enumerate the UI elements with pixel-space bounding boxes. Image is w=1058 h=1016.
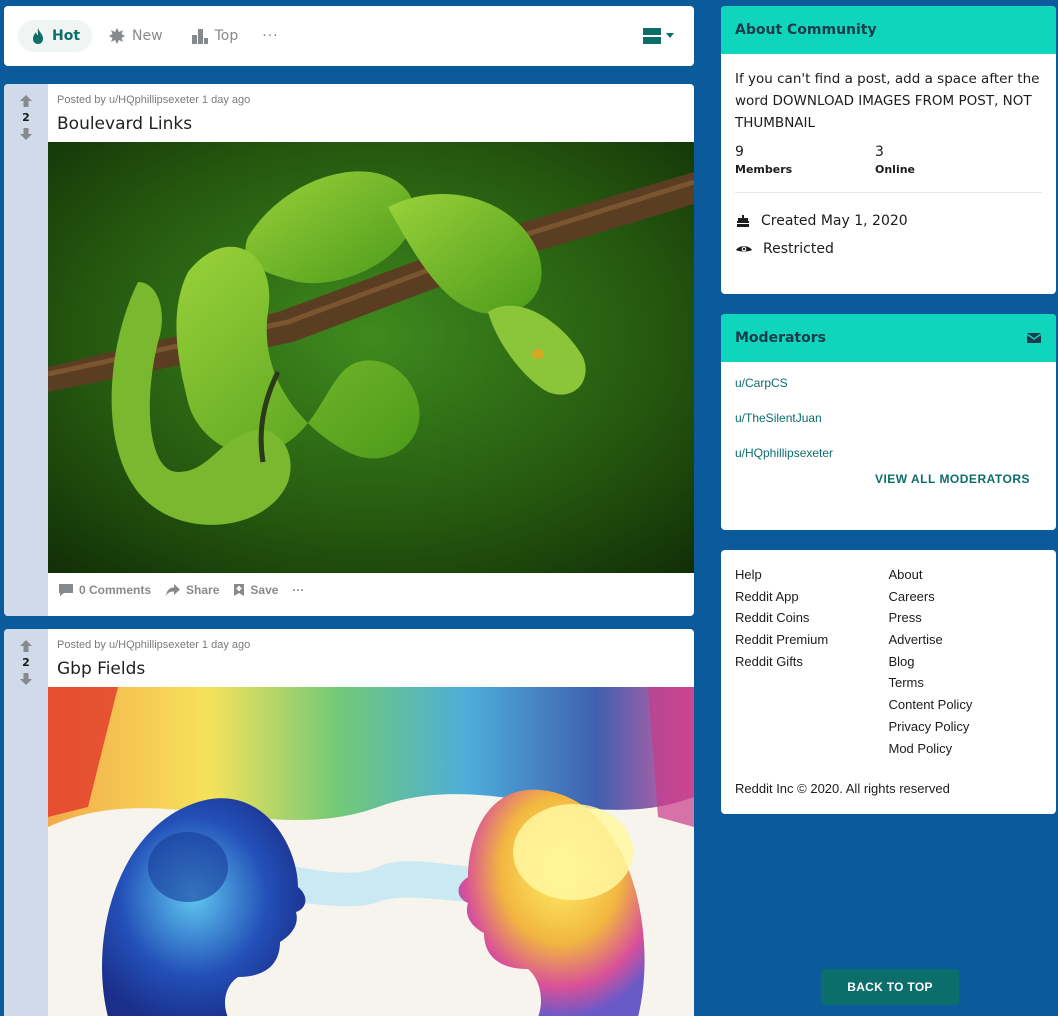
- upvote-icon[interactable]: [19, 639, 33, 653]
- footer-column-2: About Careers Press Advertise Blog Terms…: [889, 564, 1043, 759]
- downvote-icon[interactable]: [19, 127, 33, 141]
- about-community-title: About Community: [735, 22, 877, 38]
- moderator-link[interactable]: u/CarpCS: [735, 372, 1042, 407]
- share-button[interactable]: Share: [165, 583, 219, 597]
- upvote-icon[interactable]: [19, 94, 33, 108]
- footer-links-card: Help Reddit App Reddit Coins Reddit Prem…: [721, 550, 1056, 814]
- footer-link-help[interactable]: Help: [735, 564, 889, 586]
- about-community-card: About Community If you can't find a post…: [721, 6, 1056, 294]
- vote-count: 2: [22, 656, 30, 669]
- sort-bar: Hot New Top ···: [4, 6, 694, 66]
- sort-top-label: Top: [214, 28, 239, 44]
- sort-top-button[interactable]: Top: [179, 20, 251, 52]
- card-view-icon: [643, 28, 661, 44]
- community-description: If you can't find a post, add a space af…: [735, 71, 1040, 131]
- vote-column: 2: [4, 84, 48, 616]
- members-stat: 9 Members: [735, 144, 875, 176]
- members-label: Members: [735, 163, 793, 176]
- moderator-list: u/CarpCS u/TheSilentJuan u/HQphillipsexe…: [721, 362, 1056, 477]
- post-card[interactable]: 2 Posted by u/HQphillipsexeter 1 day ago…: [4, 84, 694, 616]
- post-title[interactable]: Boulevard Links: [48, 106, 694, 142]
- footer-link-terms[interactable]: Terms: [889, 672, 1043, 694]
- restricted-row: Restricted: [721, 235, 1056, 263]
- podium-icon: [191, 29, 208, 44]
- vote-column: 2: [4, 629, 48, 1016]
- footer-link-content-policy[interactable]: Content Policy: [889, 694, 1043, 716]
- footer-link-reddit-gifts[interactable]: Reddit Gifts: [735, 651, 889, 673]
- comments-button[interactable]: 0 Comments: [58, 583, 151, 597]
- view-toggle-button[interactable]: [642, 27, 674, 45]
- footer-link-privacy-policy[interactable]: Privacy Policy: [889, 716, 1043, 738]
- members-count: 9: [735, 144, 744, 160]
- online-label: Online: [875, 163, 916, 176]
- save-label: Save: [250, 583, 279, 597]
- comment-icon: [59, 584, 73, 596]
- created-row: Created May 1, 2020: [721, 207, 1056, 235]
- burst-icon: [109, 28, 126, 44]
- restricted-label: Restricted: [763, 241, 834, 257]
- sort-new-label: New: [132, 28, 163, 44]
- post-meta[interactable]: Posted by u/HQphillipsexeter 1 day ago: [48, 629, 694, 651]
- about-community-header: About Community: [721, 6, 1056, 54]
- post-card[interactable]: 2 Posted by u/HQphillipsexeter 1 day ago…: [4, 629, 694, 1016]
- footer-links: Help Reddit App Reddit Coins Reddit Prem…: [721, 550, 1056, 759]
- mail-icon[interactable]: [1026, 332, 1042, 344]
- post-title[interactable]: Gbp Fields: [48, 651, 694, 687]
- post-meta[interactable]: Posted by u/HQphillipsexeter 1 day ago: [48, 84, 694, 106]
- sort-new-button[interactable]: New: [96, 20, 175, 52]
- cake-icon: [737, 215, 749, 227]
- footer-link-blog[interactable]: Blog: [889, 651, 1043, 673]
- comments-label: 0 Comments: [79, 583, 152, 597]
- moderator-link[interactable]: u/TheSilentJuan: [735, 407, 1042, 442]
- downvote-icon[interactable]: [19, 672, 33, 686]
- eye-icon: [736, 246, 752, 252]
- back-to-top-button[interactable]: BACK TO TOP: [821, 969, 959, 1005]
- post-actions: 0 Comments Share Save ···: [48, 573, 694, 607]
- share-label: Share: [186, 583, 220, 597]
- post-more-button[interactable]: ···: [292, 583, 304, 597]
- moderators-header: Moderators: [721, 314, 1056, 362]
- online-count: 3: [875, 144, 884, 160]
- bookmark-icon: [234, 584, 245, 596]
- moderators-title: Moderators: [735, 330, 826, 346]
- save-button[interactable]: Save: [233, 583, 278, 597]
- footer-link-press[interactable]: Press: [889, 607, 1043, 629]
- footer-link-mod-policy[interactable]: Mod Policy: [889, 738, 1043, 760]
- footer-link-about[interactable]: About: [889, 564, 1043, 586]
- created-date: Created May 1, 2020: [761, 213, 908, 229]
- footer-link-reddit-premium[interactable]: Reddit Premium: [735, 629, 889, 651]
- share-icon: [166, 584, 181, 596]
- footer-link-reddit-coins[interactable]: Reddit Coins: [735, 607, 889, 629]
- view-all-moderators-button[interactable]: VIEW ALL MODERATORS: [721, 472, 1056, 486]
- footer-link-careers[interactable]: Careers: [889, 586, 1043, 608]
- community-stats: 9 Members 3 Online: [721, 134, 1056, 176]
- footer-link-advertise[interactable]: Advertise: [889, 629, 1043, 651]
- divider: [735, 192, 1042, 193]
- sort-more-button[interactable]: ···: [262, 28, 278, 44]
- post-image-heads[interactable]: [48, 687, 694, 1016]
- post-image-snake[interactable]: [48, 142, 694, 573]
- footer-link-reddit-app[interactable]: Reddit App: [735, 586, 889, 608]
- sort-hot-button[interactable]: Hot: [18, 20, 93, 52]
- copyright-text: Reddit Inc © 2020. All rights reserved: [735, 781, 950, 797]
- footer-column-1: Help Reddit App Reddit Coins Reddit Prem…: [735, 564, 889, 759]
- online-stat: 3 Online: [875, 144, 1015, 176]
- vote-count: 2: [22, 111, 30, 124]
- chevron-down-icon: [666, 33, 674, 38]
- watercolor-heads-image: [48, 687, 694, 1016]
- flame-icon: [33, 28, 43, 44]
- snake-image: [48, 142, 694, 573]
- moderators-card: Moderators u/CarpCS u/TheSilentJuan u/HQ…: [721, 314, 1056, 530]
- sort-hot-label: Hot: [52, 28, 81, 44]
